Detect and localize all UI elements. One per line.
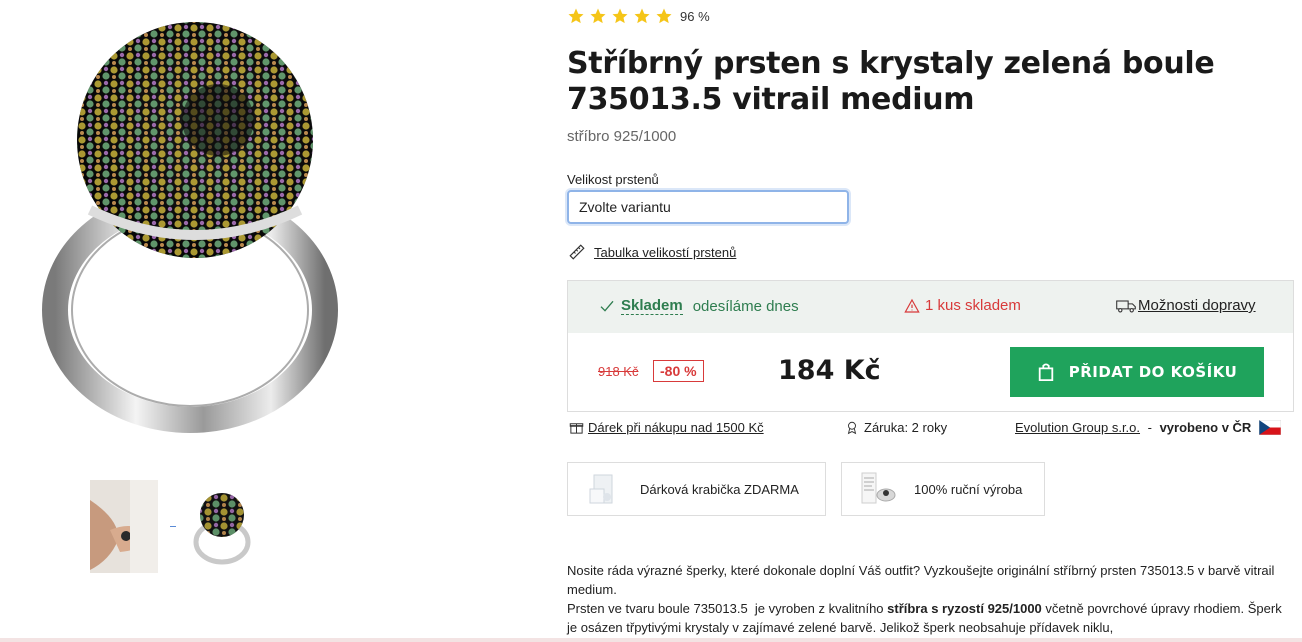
rating-percent: 96 % <box>680 8 710 24</box>
made-in-label: vyrobeno v ČR <box>1159 420 1252 435</box>
czech-flag-icon <box>1259 420 1282 435</box>
star-icon <box>590 8 606 24</box>
product-subtitle: stříbro 925/1000 <box>567 128 677 145</box>
feature-label: Dárková krabička ZDARMA <box>640 481 799 497</box>
description-paragraph: Nosite ráda výrazné šperky, které dokona… <box>567 563 1275 597</box>
truck-icon <box>1116 299 1136 312</box>
stock-row: Skladem odesíláme dnes 1 kus skladem Mož… <box>568 281 1293 333</box>
warning-icon <box>904 298 920 313</box>
variant-label: Velikost prstenů <box>567 172 659 187</box>
thumbnail-separator <box>170 526 176 527</box>
product-rating[interactable]: 96 % <box>567 7 710 25</box>
thumbnail-ring-image[interactable] <box>188 480 256 573</box>
shopping-bag-icon <box>1038 363 1053 381</box>
handmade-certificate-image <box>861 472 896 504</box>
description-bold: stříbra s ryzostí 925/1000 <box>887 601 1042 616</box>
manufacturer-info: Evolution Group s.r.o. - vyrobeno v ČR <box>1015 420 1282 435</box>
size-table-link-row: Tabulka velikostí prstenů <box>568 243 736 261</box>
product-main-image[interactable] <box>30 10 350 440</box>
gift-icon <box>569 423 584 434</box>
warranty-info: Záruka: 2 roky <box>845 420 947 435</box>
add-to-cart-button[interactable]: PŘIDAT DO KOŠÍKU <box>1010 347 1264 397</box>
add-to-cart-label: PŘIDAT DO KOŠÍKU <box>1068 363 1238 381</box>
variant-select[interactable]: Zvolte variantu <box>567 190 849 224</box>
delivery-options[interactable]: Možnosti dopravy <box>1116 297 1256 314</box>
manufacturer-separator: - <box>1144 420 1156 435</box>
feature-label: 100% ruční výroba <box>914 481 1023 497</box>
gift-box-image <box>589 474 613 504</box>
delivery-options-link[interactable]: Možnosti dopravy <box>1138 297 1256 314</box>
shipping-note: odesíláme dnes <box>692 297 799 315</box>
award-icon <box>847 421 857 435</box>
manufacturer-link[interactable]: Evolution Group s.r.o. <box>1015 420 1140 435</box>
star-icon <box>568 8 584 24</box>
size-table-link[interactable]: Tabulka velikostí prstenů <box>594 245 736 260</box>
star-icon <box>634 8 650 24</box>
description-text: Prsten ve tvaru boule 735013.5 je vyrobe… <box>567 601 888 616</box>
old-price: 918 Kč <box>598 364 639 379</box>
price-row: 918 Kč -80 % 184 Kč PŘIDAT DO KOŠÍKU <box>568 333 1293 413</box>
bottom-divider <box>0 638 1302 642</box>
stock-warning-label: 1 kus skladem <box>925 297 1021 314</box>
ruler-icon <box>569 244 585 260</box>
current-price: 184 Kč <box>778 355 881 386</box>
buy-box: Skladem odesíláme dnes 1 kus skladem Mož… <box>567 280 1294 412</box>
description-paragraph: Prsten ve tvaru boule 735013.5 je vyrobe… <box>567 599 1287 637</box>
star-icon <box>612 8 628 24</box>
warranty-label: Záruka: 2 roky <box>864 420 948 435</box>
gift-link[interactable]: Dárek při nákupu nad 1500 Kč <box>588 420 764 435</box>
check-icon <box>600 300 614 312</box>
thumbnail-hand-image[interactable] <box>90 480 158 573</box>
feature-handmade: 100% ruční výroba <box>841 462 1045 516</box>
product-description: Nosite ráda výrazné šperky, které dokona… <box>567 561 1287 637</box>
stock-status: Skladem odesíláme dnes <box>598 297 799 315</box>
feature-gift-box: Dárková krabička ZDARMA <box>567 462 826 516</box>
info-row: Dárek při nákupu nad 1500 Kč Záruka: 2 r… <box>567 420 1294 440</box>
stock-warning: 1 kus skladem <box>904 297 1021 314</box>
discount-badge: -80 % <box>653 360 704 382</box>
product-title: Stříbrný prsten s krystaly zelená boule … <box>567 46 1215 117</box>
stock-status-label[interactable]: Skladem <box>621 297 683 315</box>
star-icon <box>656 8 672 24</box>
gift-info[interactable]: Dárek při nákupu nad 1500 Kč <box>569 420 764 435</box>
thumbnail-strip <box>90 480 256 573</box>
